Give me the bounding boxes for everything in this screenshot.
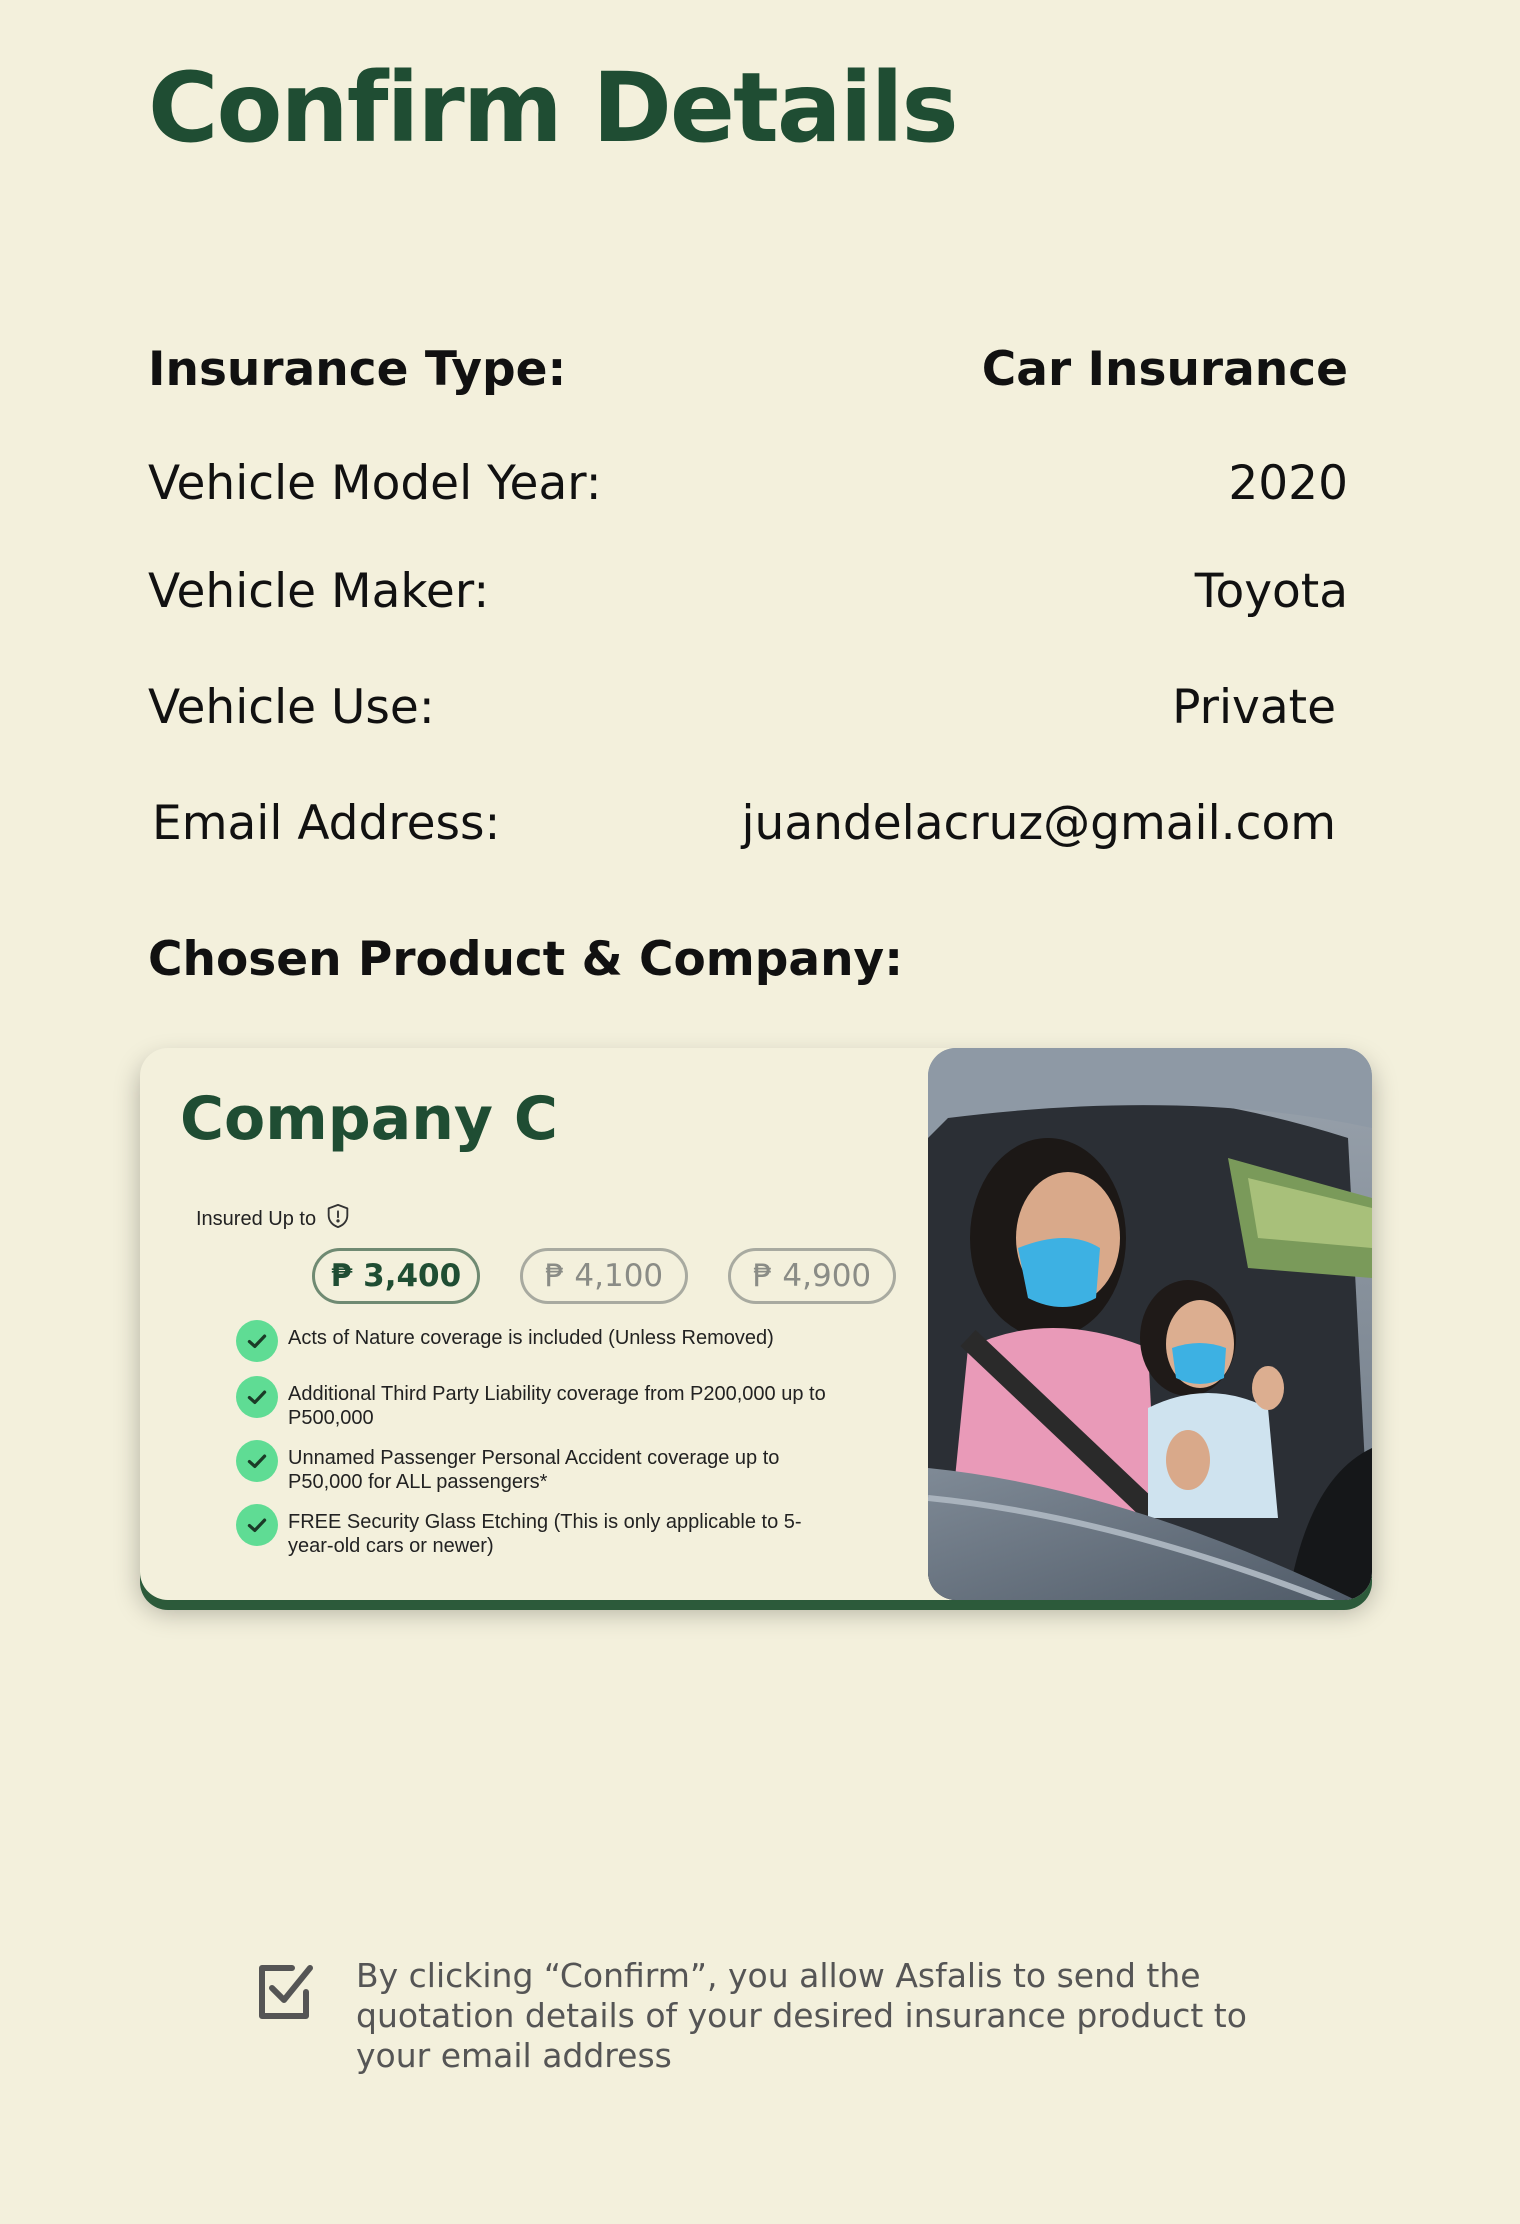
insurance-type-row: Insurance Type: Car Insurance: [148, 342, 1348, 397]
consent-text: By clicking “Confirm”, you allow Asfalis…: [356, 1956, 1247, 2075]
shield-alert-icon[interactable]: [324, 1202, 352, 1236]
insured-label: Insured Up to: [196, 1207, 317, 1230]
price-option-4100[interactable]: ₱ 4,100: [520, 1248, 688, 1304]
feature-text: Additional Third Party Liability coverag…: [288, 1383, 826, 1429]
vehicle-maker-value: Toyota: [1194, 564, 1348, 619]
feature-item: Unnamed Passenger Personal Accident cove…: [236, 1440, 836, 1494]
check-circle-icon: [236, 1504, 278, 1546]
check-circle-icon: [236, 1440, 278, 1482]
check-circle-icon: [236, 1376, 278, 1418]
confirm-details-page: Confirm Details Insurance Type: Car Insu…: [0, 0, 1520, 2224]
feature-text: FREE Security Glass Etching (This is onl…: [288, 1511, 802, 1557]
vehicle-maker-label: Vehicle Maker:: [148, 564, 490, 619]
price-option-4900[interactable]: ₱ 4,900: [728, 1248, 896, 1304]
check-circle-icon: [236, 1320, 278, 1362]
feature-item: Additional Third Party Liability coverag…: [236, 1376, 836, 1430]
insurance-type-value: Car Insurance: [981, 342, 1348, 397]
consent-checkbox[interactable]: [252, 1958, 316, 2024]
company-name: Company C: [180, 1084, 558, 1154]
feature-item: FREE Security Glass Etching (This is onl…: [236, 1504, 836, 1558]
email-value: juandelacruz@gmail.com: [741, 796, 1336, 851]
model-year-row: Vehicle Model Year: 2020: [148, 456, 1348, 511]
insurance-type-label: Insurance Type:: [148, 342, 567, 397]
feature-text: Unnamed Passenger Personal Accident cove…: [288, 1447, 780, 1493]
price-options: ₱ 3,400 ₱ 4,100 ₱ 4,900: [312, 1248, 896, 1304]
feature-item: Acts of Nature coverage is included (Unl…: [236, 1320, 836, 1362]
page-title: Confirm Details: [148, 52, 959, 164]
product-card[interactable]: Company C Insured Up to ₱ 3,400 ₱ 4,100 …: [140, 1048, 1372, 1600]
insured-up-to: Insured Up to: [196, 1202, 352, 1236]
family-in-car-photo: [928, 1048, 1372, 1600]
vehicle-use-value: Private: [1172, 680, 1336, 735]
model-year-value: 2020: [1228, 456, 1348, 511]
vehicle-maker-row: Vehicle Maker: Toyota: [148, 564, 1348, 619]
feature-list: Acts of Nature coverage is included (Unl…: [236, 1320, 836, 1574]
feature-text: Acts of Nature coverage is included (Unl…: [288, 1327, 774, 1349]
vehicle-use-label: Vehicle Use:: [148, 680, 435, 735]
vehicle-use-row: Vehicle Use: Private: [148, 680, 1348, 735]
email-row: Email Address: juandelacruz@gmail.com: [152, 796, 1336, 851]
chosen-product-heading: Chosen Product & Company:: [148, 932, 903, 987]
price-option-3400[interactable]: ₱ 3,400: [312, 1248, 480, 1304]
consent-row: By clicking “Confirm”, you allow Asfalis…: [252, 1956, 1296, 2076]
email-label: Email Address:: [152, 796, 501, 851]
model-year-label: Vehicle Model Year:: [148, 456, 602, 511]
